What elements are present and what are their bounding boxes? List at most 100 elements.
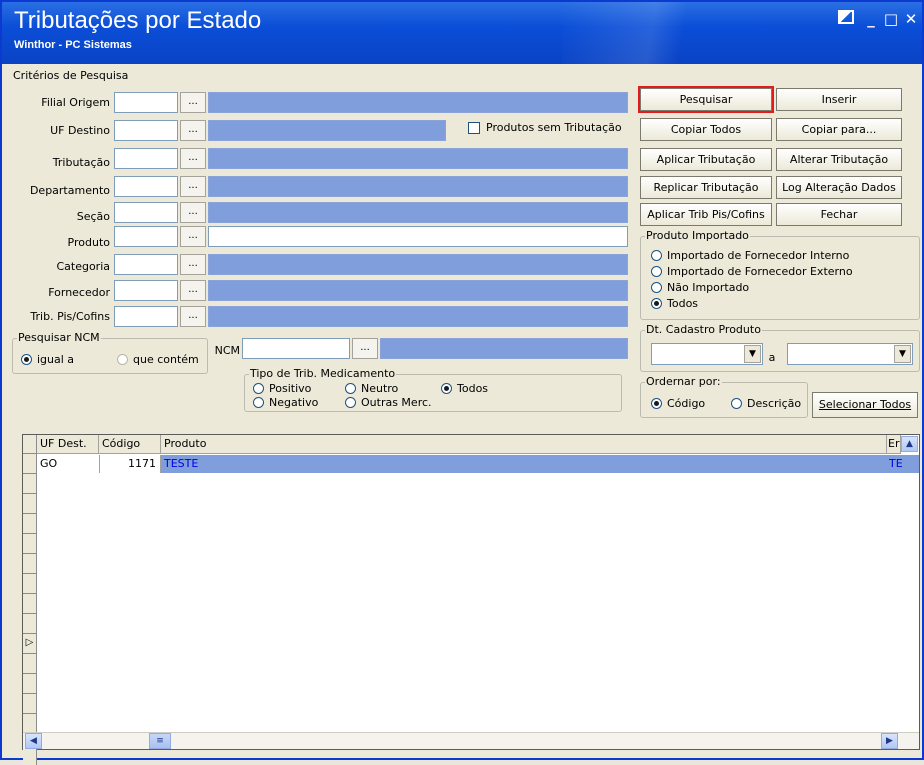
fechar-button[interactable]: Fechar <box>776 203 902 226</box>
checkbox-box[interactable] <box>468 121 480 134</box>
scroll-left-icon[interactable]: ◀ <box>25 733 42 749</box>
minimize-button[interactable]: _ <box>862 10 880 28</box>
chevron-down-icon[interactable]: ▼ <box>744 345 761 363</box>
depto-lookup-button[interactable]: ... <box>180 176 206 197</box>
secao-input[interactable] <box>114 202 178 223</box>
maximize-button[interactable]: □ <box>882 10 900 28</box>
filial-lookup-button[interactable]: ... <box>180 92 206 113</box>
col-header-uf[interactable]: UF Dest. <box>37 435 99 454</box>
radio-dot[interactable] <box>253 397 264 408</box>
data-grid[interactable]: ▷ UF Dest. Código Produto Er ▲ GO 1171 T… <box>22 434 920 765</box>
row-selector[interactable] <box>23 614 36 634</box>
horizontal-scrollbar[interactable]: ◀ ≡ ▶ <box>23 732 919 749</box>
produto-lookup-button[interactable]: ... <box>180 226 206 247</box>
radio-dot[interactable] <box>441 383 452 394</box>
inserir-button[interactable]: Inserir <box>776 88 902 111</box>
radio-dot[interactable] <box>731 398 742 409</box>
neutro-radio[interactable]: Neutro <box>345 382 398 395</box>
row-selector[interactable] <box>23 514 36 534</box>
radio-dot[interactable] <box>651 266 662 277</box>
copiar-para-button[interactable]: Copiar para... <box>776 118 902 141</box>
filial-input[interactable] <box>114 92 178 113</box>
row-selector[interactable] <box>23 454 36 474</box>
importado-interno-radio[interactable]: Importado de Fornecedor Interno <box>651 249 849 262</box>
ncm-group: Pesquisar NCM igual a que contém <box>12 332 208 374</box>
categoria-lookup-button[interactable]: ... <box>180 254 206 275</box>
radio-dot[interactable] <box>345 397 356 408</box>
selecionar-todos-button[interactable]: Selecionar Todos <box>812 392 918 418</box>
todos-med-radio[interactable]: Todos <box>441 382 488 395</box>
trib-lookup-button[interactable]: ... <box>180 148 206 169</box>
cell-codigo-box: 1171 <box>99 455 161 473</box>
produto-input[interactable] <box>114 226 178 247</box>
ncm-input[interactable] <box>242 338 350 359</box>
restore-icon[interactable] <box>838 10 854 24</box>
ordenar-codigo-radio[interactable]: Código <box>651 397 705 410</box>
uf-input[interactable] <box>114 120 178 141</box>
row-selector[interactable] <box>23 594 36 614</box>
row-selector[interactable] <box>23 494 36 514</box>
categoria-input[interactable] <box>114 254 178 275</box>
tribpis-input[interactable] <box>114 306 178 327</box>
copiar-todos-button[interactable]: Copiar Todos <box>640 118 772 141</box>
alterar-trib-button[interactable]: Alterar Tributação <box>776 148 902 171</box>
cell-uf: GO <box>40 457 58 470</box>
tribpis-lookup-button[interactable]: ... <box>180 306 206 327</box>
col-header-produto[interactable]: Produto <box>161 435 887 454</box>
produtos-sem-trib-checkbox[interactable]: Produtos sem Tributação <box>468 121 622 134</box>
radio-dot[interactable] <box>651 398 662 409</box>
row-selector[interactable] <box>23 534 36 554</box>
nao-importado-radio[interactable]: Não Importado <box>651 281 749 294</box>
scroll-up-icon[interactable]: ▲ <box>901 436 918 452</box>
ncm-label: NCM <box>214 344 240 357</box>
todos-importado-radio[interactable]: Todos <box>651 297 698 310</box>
scroll-right-icon[interactable]: ▶ <box>881 733 898 749</box>
fornecedor-input[interactable] <box>114 280 178 301</box>
radio-dot[interactable] <box>117 354 128 365</box>
radio-dot[interactable] <box>651 282 662 293</box>
main-window: Tributações por Estado Winthor - PC Sist… <box>0 0 924 765</box>
row-selector[interactable] <box>23 694 36 714</box>
trib-input[interactable] <box>114 148 178 169</box>
ncm-contains-radio[interactable]: que contém <box>117 353 199 366</box>
secao-lookup-button[interactable]: ... <box>180 202 206 223</box>
row-selector[interactable] <box>23 554 36 574</box>
ncm-lookup-button[interactable]: ... <box>352 338 378 359</box>
aplicar-trib-button[interactable]: Aplicar Tributação <box>640 148 772 171</box>
row-selector[interactable] <box>23 654 36 674</box>
chevron-down-icon[interactable]: ▼ <box>894 345 911 363</box>
replicar-trib-button[interactable]: Replicar Tributação <box>640 176 772 199</box>
fornecedor-lookup-button[interactable]: ... <box>180 280 206 301</box>
dt-inicio-combo[interactable]: ▼ <box>651 343 763 365</box>
radio-dot[interactable] <box>651 250 662 261</box>
importado-externo-radio[interactable]: Importado de Fornecedor Externo <box>651 265 853 278</box>
positivo-radio[interactable]: Positivo <box>253 382 311 395</box>
depto-label: Departamento <box>29 184 110 197</box>
radio-dot[interactable] <box>21 354 32 365</box>
ncm-equal-radio[interactable]: igual a <box>21 353 74 366</box>
col-header-extra[interactable]: Er <box>887 435 901 454</box>
scroll-thumb[interactable]: ≡ <box>149 733 171 749</box>
uf-description <box>208 120 446 141</box>
col-header-codigo[interactable]: Código <box>99 435 161 454</box>
outras-radio[interactable]: Outras Merc. <box>345 396 432 409</box>
secao-label: Seção <box>76 210 110 223</box>
log-alteracao-button[interactable]: Log Alteração Dados <box>776 176 902 199</box>
aplicar-pis-button[interactable]: Aplicar Trib Pis/Cofins <box>640 203 772 226</box>
pesquisar-button[interactable]: Pesquisar <box>638 86 774 113</box>
radio-dot[interactable] <box>651 298 662 309</box>
row-selector[interactable] <box>23 474 36 494</box>
outras-label: Outras Merc. <box>361 396 432 409</box>
radio-dot[interactable] <box>345 383 356 394</box>
row-selector-current[interactable]: ▷ <box>23 634 36 654</box>
close-button[interactable]: ✕ <box>902 10 920 28</box>
row-selector[interactable] <box>23 574 36 594</box>
table-row[interactable]: GO 1171 TESTE TE <box>37 455 919 473</box>
row-selector[interactable] <box>23 674 36 694</box>
radio-dot[interactable] <box>253 383 264 394</box>
ordenar-descricao-radio[interactable]: Descrição <box>731 397 801 410</box>
depto-input[interactable] <box>114 176 178 197</box>
dt-fim-combo[interactable]: ▼ <box>787 343 913 365</box>
uf-lookup-button[interactable]: ... <box>180 120 206 141</box>
negativo-radio[interactable]: Negativo <box>253 396 318 409</box>
